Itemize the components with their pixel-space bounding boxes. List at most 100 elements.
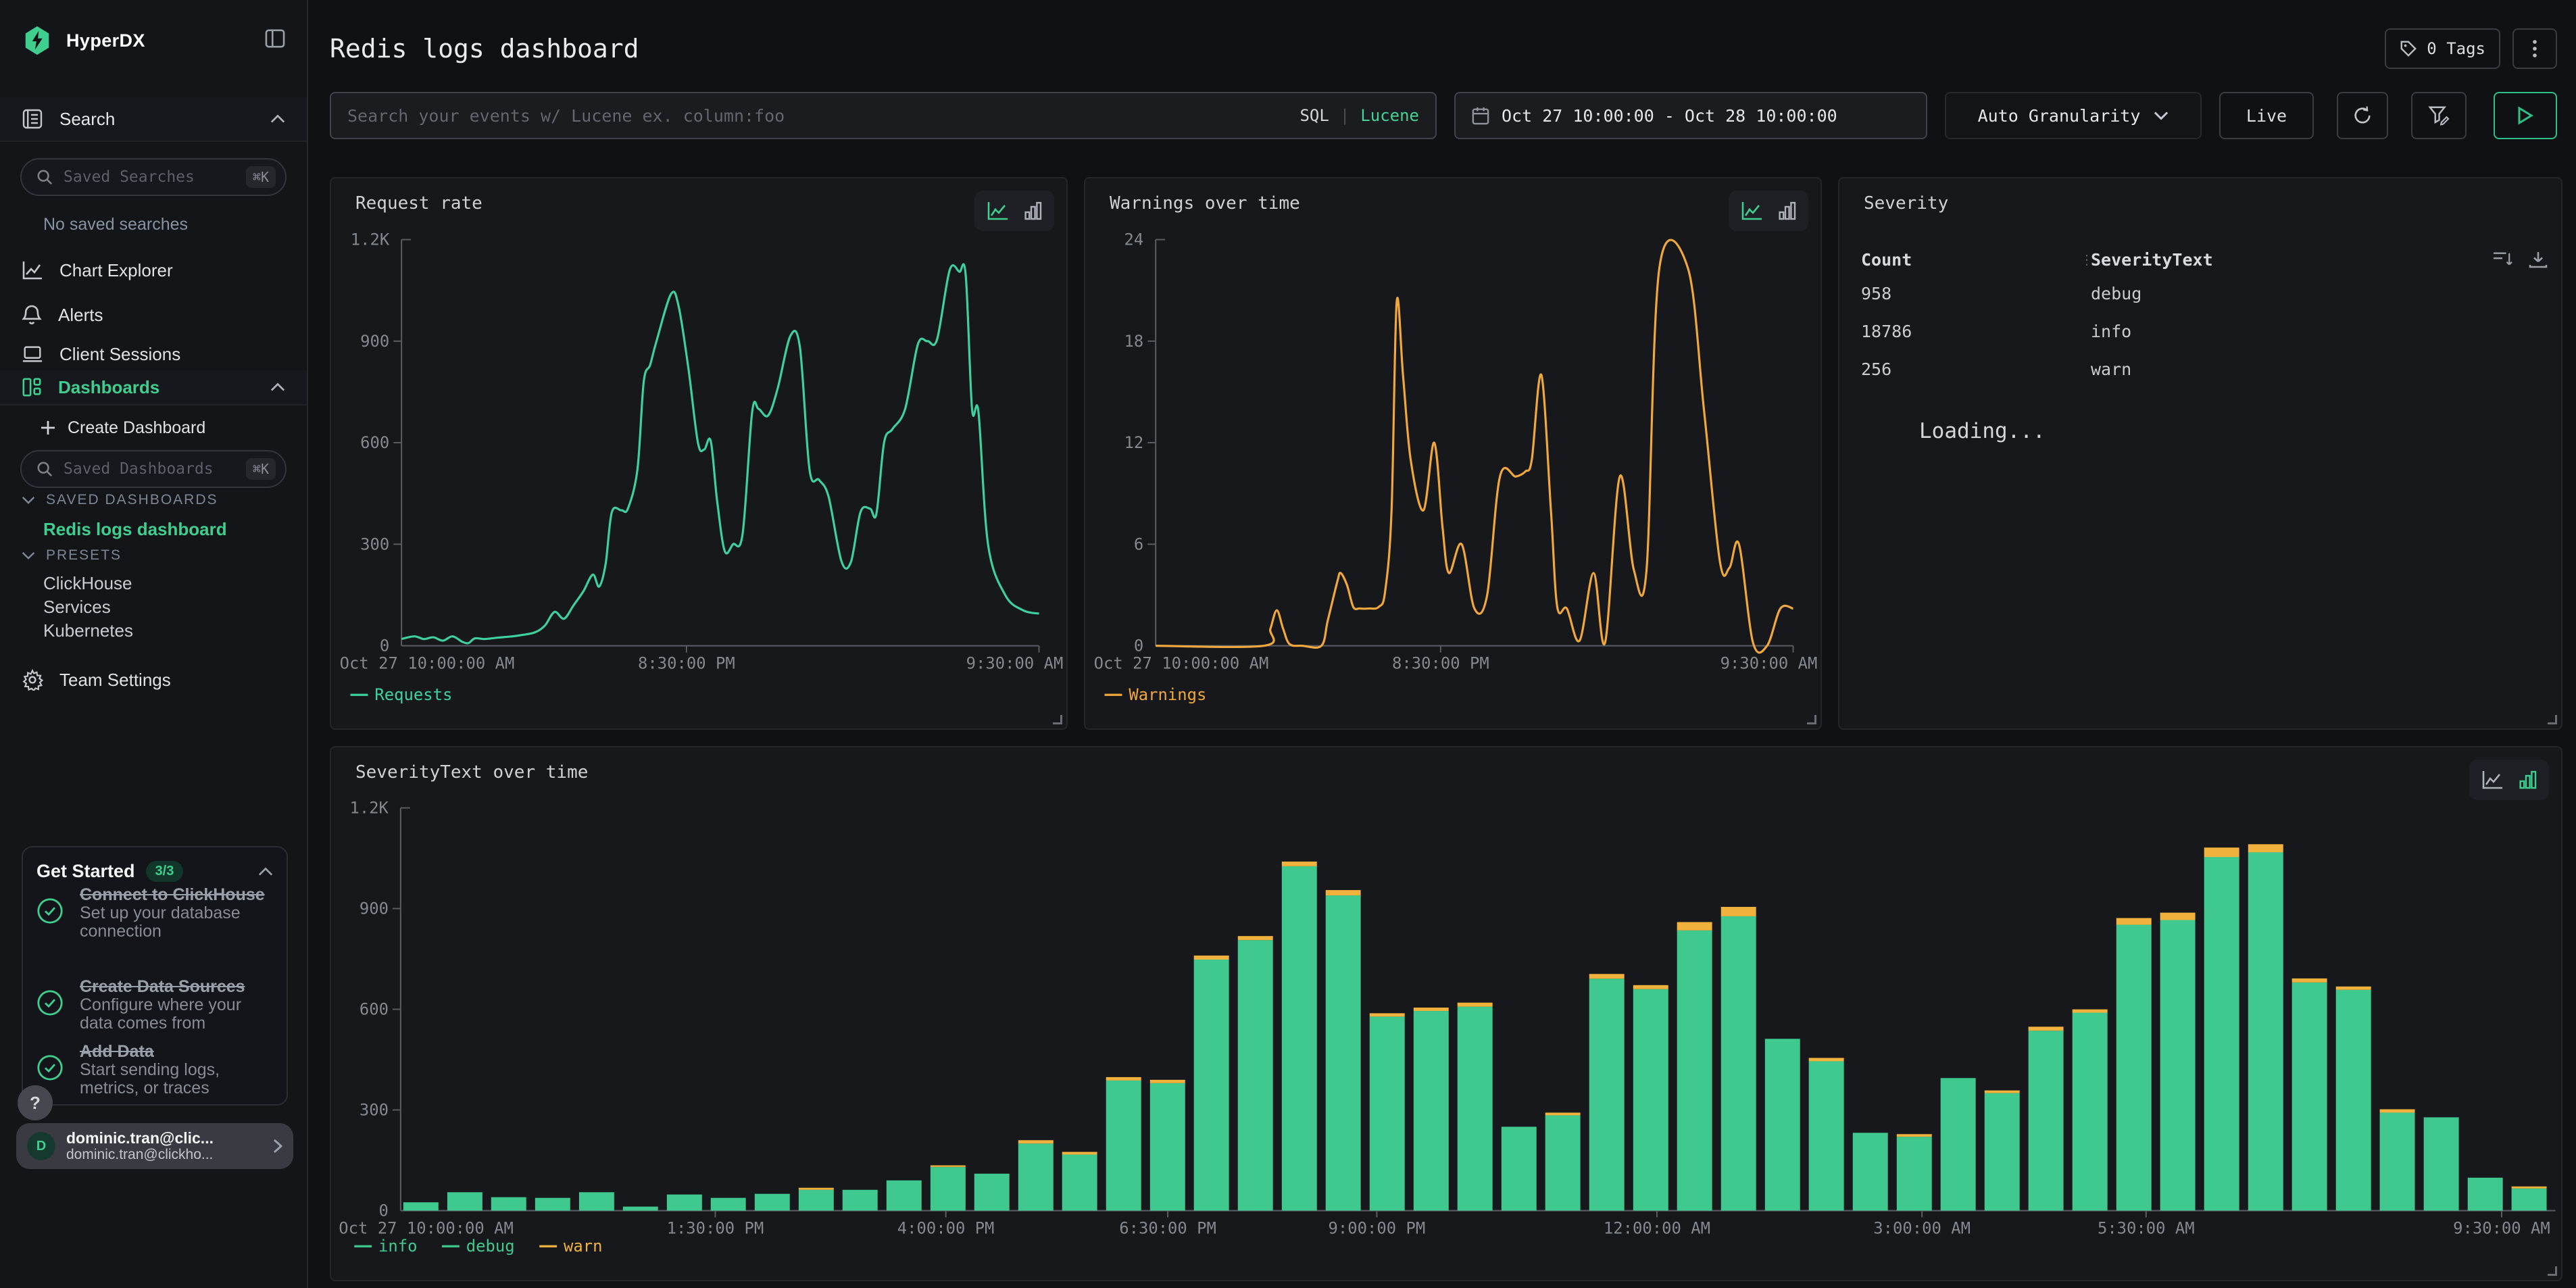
svg-text:9:30:00 AM: 9:30:00 AM <box>966 653 1064 672</box>
tags-label: 0 Tags <box>2427 39 2485 58</box>
group-label: PRESETS <box>46 547 122 564</box>
severity-table-row[interactable]: 256warn <box>1861 360 2548 381</box>
get-started-item[interactable]: Add DataStart sending logs, metrics, or … <box>36 1042 276 1097</box>
svg-text:1.2K: 1.2K <box>351 230 390 249</box>
get-started-item-title: Add Data <box>80 1042 276 1061</box>
column-header-severitytext[interactable]: SeverityText <box>2091 250 2492 270</box>
svg-text:300: 300 <box>360 535 389 553</box>
chevron-down-icon <box>2154 111 2169 120</box>
refresh-button[interactable] <box>2337 92 2388 139</box>
column-header-count[interactable]: Count <box>1861 250 2080 270</box>
filter-button[interactable] <box>2411 92 2467 139</box>
svg-text:4:00:00 PM: 4:00:00 PM <box>897 1218 995 1237</box>
create-dashboard-button[interactable]: Create Dashboard <box>0 416 307 439</box>
search-placeholder: Search your events w/ Lucene ex. column:… <box>347 106 1299 126</box>
sidebar-item-label: Alerts <box>58 305 103 326</box>
get-started-item-desc: Set up your database connection <box>80 904 276 941</box>
saved-searches-input[interactable]: Saved Searches ⌘K <box>20 158 287 196</box>
sidebar-item-preset-clickhouse[interactable]: ClickHouse <box>0 573 307 593</box>
user-menu[interactable]: D dominic.tran@clic... dominic.tran@clic… <box>16 1123 293 1169</box>
svg-text:Oct 27 10:00:00 AM: Oct 27 10:00:00 AM <box>340 653 515 672</box>
sidebar-item-label: Chart Explorer <box>59 260 173 281</box>
play-icon <box>2517 106 2533 125</box>
sidebar-item-search[interactable]: Search <box>0 97 307 142</box>
sidebar-item-preset-services[interactable]: Services <box>0 597 307 617</box>
run-query-button[interactable] <box>2494 92 2557 139</box>
download-icon[interactable] <box>2529 251 2548 268</box>
resize-handle[interactable] <box>1053 715 1062 724</box>
sidebar-item-chart-explorer[interactable]: Chart Explorer <box>0 253 307 288</box>
chevron-up-icon[interactable] <box>258 867 273 876</box>
search-icon <box>36 169 53 185</box>
sidebar-item-label: Team Settings <box>59 670 171 691</box>
chevron-down-icon <box>22 551 35 560</box>
svg-text:5:30:00 AM: 5:30:00 AM <box>2098 1218 2195 1237</box>
column-resize-handle[interactable]: ⋮ <box>2080 251 2091 268</box>
sidebar-item-preset-kubernetes[interactable]: Kubernetes <box>0 620 307 641</box>
severitytext-over-time-chart: 03006009001.2KOct 27 10:00:00 AM1:30:00 … <box>331 747 2561 1280</box>
resize-handle[interactable] <box>2548 715 2557 724</box>
svg-text:900: 900 <box>360 899 389 918</box>
shortcut-badge: ⌘K <box>246 458 276 480</box>
bar-chart-icon[interactable] <box>2519 770 2537 789</box>
chart-type-toggle <box>974 191 1054 231</box>
logo-row: HyperDX <box>0 22 307 59</box>
sidebar: HyperDX Search Saved Searches ⌘K No save… <box>0 0 308 1288</box>
more-options-button[interactable] <box>2512 28 2557 69</box>
dots-vertical-icon <box>2533 40 2537 57</box>
sidebar-item-redis-logs-dashboard[interactable]: Redis logs dashboard <box>0 519 307 539</box>
tags-button[interactable]: 0 Tags <box>2385 28 2500 69</box>
sort-rows-icon[interactable] <box>2492 251 2512 268</box>
lucene-toggle[interactable]: Lucene <box>1360 106 1419 125</box>
line-chart-icon[interactable] <box>2481 770 2503 790</box>
svg-text:900: 900 <box>360 332 389 351</box>
sidebar-item-dashboards[interactable]: Dashboards <box>0 370 307 405</box>
sidebar-item-label: Search <box>59 109 115 130</box>
resize-handle[interactable] <box>2548 1266 2557 1276</box>
severity-table-row[interactable]: 958debug <box>1861 284 2548 305</box>
saved-dashboards-group[interactable]: SAVED DASHBOARDS <box>0 492 307 508</box>
check-circle-icon <box>36 897 64 941</box>
svg-text:6:30:00 PM: 6:30:00 PM <box>1119 1218 1216 1237</box>
search-icon <box>36 461 53 477</box>
chart-explorer-icon <box>22 260 43 280</box>
get-started-card: Get Started 3/3 Connect to ClickHouseSet… <box>22 846 288 1106</box>
time-range-value: Oct 27 10:00:00 - Oct 28 10:00:00 <box>1502 106 1837 126</box>
no-saved-searches-note: No saved searches <box>0 215 307 234</box>
live-button[interactable]: Live <box>2219 92 2314 139</box>
get-started-item[interactable]: Connect to ClickHouseSet up your databas… <box>36 885 276 941</box>
sidebar-item-alerts[interactable]: Alerts <box>0 297 307 332</box>
svg-text:debug: debug <box>466 1237 515 1256</box>
svg-text:9:00:00 PM: 9:00:00 PM <box>1329 1218 1426 1237</box>
help-button[interactable]: ? <box>18 1085 53 1120</box>
chart-type-toggle <box>1729 191 1808 231</box>
get-started-item-title: Create Data Sources <box>80 977 276 996</box>
saved-dashboards-input[interactable]: Saved Dashboards ⌘K <box>20 450 287 488</box>
line-chart-icon[interactable] <box>1741 201 1762 221</box>
svg-text:12: 12 <box>1124 433 1143 452</box>
refresh-icon <box>2352 105 2373 126</box>
resize-handle[interactable] <box>1807 715 1816 724</box>
bar-chart-icon[interactable] <box>1024 201 1042 220</box>
line-chart-icon[interactable] <box>987 201 1008 221</box>
presets-group[interactable]: PRESETS <box>0 547 307 564</box>
event-search-input[interactable]: Search your events w/ Lucene ex. column:… <box>330 92 1437 139</box>
granularity-value: Auto Granularity <box>1978 106 2141 126</box>
svg-text:8:30:00 PM: 8:30:00 PM <box>638 653 735 672</box>
calendar-icon <box>1472 106 1489 125</box>
chevron-down-icon <box>22 496 35 504</box>
chevron-up-icon <box>270 382 285 392</box>
svg-text:0: 0 <box>379 1201 389 1220</box>
shortcut-badge: ⌘K <box>246 166 276 188</box>
get-started-item[interactable]: Create Data SourcesConfigure where your … <box>36 977 276 1033</box>
sidebar-item-client-sessions[interactable]: Client Sessions <box>0 337 307 372</box>
granularity-select[interactable]: Auto Granularity <box>1945 92 2202 139</box>
bar-chart-icon[interactable] <box>1779 201 1796 220</box>
sql-toggle[interactable]: SQL <box>1299 106 1329 125</box>
time-range-picker[interactable]: Oct 27 10:00:00 - Oct 28 10:00:00 <box>1454 92 1927 139</box>
get-started-item-desc: Start sending logs, metrics, or traces <box>80 1061 276 1097</box>
sidebar-item-team-settings[interactable]: Team Settings <box>0 662 307 697</box>
collapse-sidebar-icon[interactable] <box>265 28 285 53</box>
svg-text:9:30:00 AM: 9:30:00 AM <box>2453 1218 2550 1237</box>
severity-table-row[interactable]: 18786info <box>1861 322 2548 343</box>
